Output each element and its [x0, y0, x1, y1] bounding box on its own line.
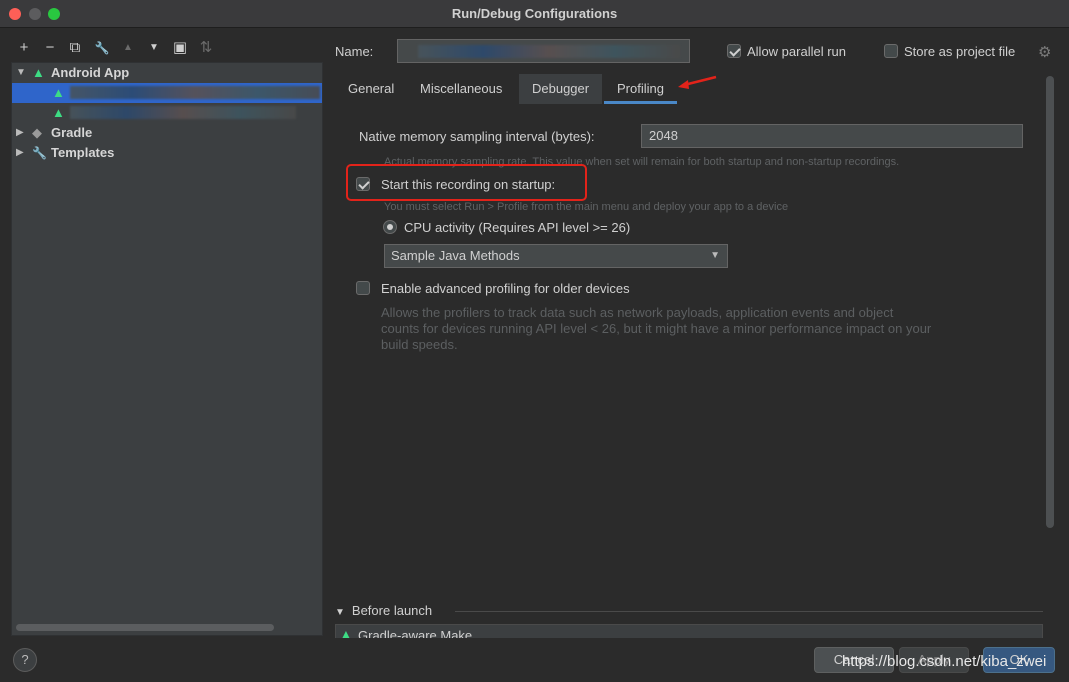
method-select-value: Sample Java Methods — [391, 248, 520, 263]
remove-icon[interactable]: − — [41, 38, 59, 58]
advanced-hint-line-2: counts for devices running API level < 2… — [381, 321, 932, 336]
move-up-icon[interactable]: ▲ — [119, 38, 137, 58]
cpu-activity-label: CPU activity (Requires API level >= 26) — [404, 220, 631, 235]
tab-profiling[interactable]: Profiling — [604, 74, 677, 104]
cpu-activity-radio[interactable] — [383, 220, 397, 234]
before-launch-label: Before launch — [351, 603, 433, 618]
chevron-down-icon: ▼ — [710, 250, 720, 261]
method-select[interactable]: Sample Java Methods ▼ — [384, 244, 728, 268]
move-down-icon[interactable]: ▼ — [145, 38, 163, 58]
new-folder-icon[interactable]: ▣ — [171, 38, 189, 58]
tree-item-android-app[interactable]: ▼ ▲ Android App — [12, 63, 322, 83]
advanced-hint-line-1: Allows the profilers to track data such … — [381, 305, 894, 320]
native-memory-input[interactable]: 2048 — [641, 124, 1023, 148]
copy-icon[interactable]: ⧉ — [66, 38, 84, 58]
advanced-hint-line-3: build speeds. — [381, 337, 458, 352]
watermark-text: https://blog.csdn.net/kiba_zwei — [842, 653, 1047, 670]
vertical-scrollbar[interactable] — [1046, 76, 1054, 528]
android-error-icon: ▲ — [52, 105, 65, 120]
tab-debugger[interactable]: Debugger — [519, 74, 603, 104]
tree-item-templates[interactable]: ▶ 🔧 Templates — [12, 143, 322, 163]
advanced-profiling-checkbox[interactable] — [356, 281, 370, 295]
before-launch-item[interactable]: Gradle-aware Make — [358, 628, 472, 638]
redacted-config-name — [70, 86, 320, 99]
redacted-config-name — [70, 106, 296, 119]
advanced-profiling-label: Enable advanced profiling for older devi… — [381, 281, 630, 296]
window-title: Run/Debug Configurations — [451, 6, 618, 21]
expand-arrow-icon[interactable]: ▼ — [16, 63, 26, 83]
configuration-tree: ▼ ▲ Android App ▲ ▲ ▶ ◆ Gradle ▶ 🔧 Templ… — [11, 62, 323, 636]
android-icon: ▲ — [32, 65, 45, 80]
before-launch-header[interactable]: ▼ Before launch — [335, 603, 432, 618]
tree-item-gradle[interactable]: ▶ ◆ Gradle — [12, 123, 322, 143]
help-button[interactable]: ? — [13, 648, 37, 672]
start-recording-hint: You must select Run > Profile from the m… — [384, 201, 789, 213]
title-bar: Run/Debug Configurations — [0, 0, 1069, 28]
native-memory-label: Native memory sampling interval (bytes): — [359, 129, 595, 144]
allow-parallel-run-checkbox[interactable] — [727, 44, 741, 58]
android-icon: ▲ — [52, 85, 65, 100]
tree-item-app-config-error[interactable]: ▲ — [12, 103, 322, 123]
wrench-icon[interactable]: 🔧 — [93, 38, 111, 58]
name-input[interactable] — [397, 39, 690, 63]
store-as-project-file-checkbox[interactable] — [884, 44, 898, 58]
before-launch-list: ▲ Gradle-aware Make — [335, 624, 1043, 638]
collapse-arrow-icon[interactable]: ▶ — [16, 143, 24, 163]
annotation-highlight-box — [346, 164, 587, 201]
tab-general[interactable]: General — [335, 74, 407, 104]
annotation-arrow-icon — [678, 75, 717, 89]
store-as-project-file-label: Store as project file — [904, 44, 1016, 59]
wrench-icon: 🔧 — [32, 146, 47, 160]
tree-label: Gradle — [51, 125, 93, 140]
expand-arrow-icon: ▼ — [335, 607, 345, 618]
divider — [455, 611, 1043, 612]
collapse-arrow-icon[interactable]: ▶ — [16, 123, 24, 143]
tree-item-app-config-selected[interactable]: ▲ — [12, 83, 322, 103]
add-icon[interactable]: + — [15, 38, 33, 58]
name-label: Name: — [335, 44, 374, 59]
horizontal-scrollbar[interactable] — [16, 624, 274, 631]
gradle-elephant-icon: ◆ — [32, 125, 42, 140]
tree-label: Templates — [51, 145, 115, 160]
redacted-name-value — [418, 45, 680, 58]
gear-icon[interactable]: ⚙ — [1038, 43, 1051, 61]
tab-miscellaneous[interactable]: Miscellaneous — [407, 74, 515, 104]
allow-parallel-run-label: Allow parallel run — [747, 44, 846, 59]
android-icon: ▲ — [340, 627, 352, 638]
sort-icon[interactable]: ⇅ — [197, 38, 215, 58]
tree-label: Android App — [51, 65, 130, 80]
